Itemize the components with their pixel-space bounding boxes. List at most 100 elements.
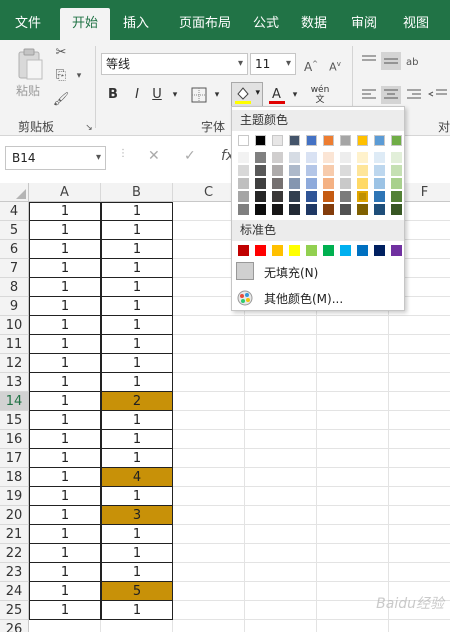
cell-a[interactable]: 1: [29, 316, 101, 335]
cell-a[interactable]: 1: [29, 525, 101, 544]
color-swatch[interactable]: [357, 204, 368, 215]
tab-review[interactable]: 审阅: [344, 8, 384, 40]
row-header[interactable]: 8: [0, 278, 29, 297]
column-header-a[interactable]: A: [29, 183, 101, 202]
row-header[interactable]: 6: [0, 240, 29, 259]
standard-color-swatch[interactable]: [272, 245, 283, 256]
enter-icon[interactable]: ✓: [184, 148, 196, 164]
cell-a[interactable]: 1: [29, 430, 101, 449]
cell-b[interactable]: 3: [101, 506, 173, 525]
cell-b[interactable]: [101, 620, 173, 632]
color-swatch[interactable]: [323, 135, 334, 146]
row-header[interactable]: 19: [0, 487, 29, 506]
select-all-corner[interactable]: [0, 183, 29, 202]
color-swatch[interactable]: [306, 135, 317, 146]
row-header[interactable]: 25: [0, 601, 29, 620]
font-color-dropdown-icon[interactable]: ▾: [286, 85, 304, 105]
color-swatch[interactable]: [391, 178, 402, 189]
cell-a[interactable]: 1: [29, 373, 101, 392]
cell-a[interactable]: 1: [29, 449, 101, 468]
color-swatch[interactable]: [374, 204, 385, 215]
color-swatch[interactable]: [289, 191, 300, 202]
color-swatch[interactable]: [272, 152, 283, 163]
row-header[interactable]: 26: [0, 620, 29, 632]
copy-icon[interactable]: ⎘: [52, 68, 70, 84]
color-swatch[interactable]: [391, 152, 402, 163]
cell-b[interactable]: 1: [101, 297, 173, 316]
tab-file[interactable]: 文件: [4, 8, 52, 40]
fill-color-button[interactable]: ▾: [231, 82, 263, 108]
standard-color-swatch[interactable]: [323, 245, 334, 256]
row-header[interactable]: 12: [0, 354, 29, 373]
color-swatch[interactable]: [289, 165, 300, 176]
cell-a[interactable]: 1: [29, 278, 101, 297]
standard-color-swatch[interactable]: [289, 245, 300, 256]
color-swatch[interactable]: [323, 178, 334, 189]
increase-font-icon[interactable]: A^: [302, 56, 320, 74]
bold-button[interactable]: B: [104, 85, 122, 105]
color-swatch[interactable]: [340, 178, 351, 189]
color-swatch[interactable]: [272, 165, 283, 176]
align-middle-icon[interactable]: [381, 52, 401, 70]
borders-dropdown-icon[interactable]: ▾: [208, 85, 226, 105]
standard-color-swatch[interactable]: [306, 245, 317, 256]
cell-a[interactable]: 1: [29, 240, 101, 259]
color-swatch[interactable]: [238, 135, 249, 146]
cell-b[interactable]: 1: [101, 278, 173, 297]
color-swatch[interactable]: [272, 135, 283, 146]
cell-a[interactable]: 1: [29, 582, 101, 601]
color-swatch[interactable]: [255, 191, 266, 202]
color-swatch[interactable]: [238, 152, 249, 163]
cell-a[interactable]: [29, 620, 101, 632]
orientation-icon[interactable]: ab: [404, 52, 424, 70]
cell-b[interactable]: 1: [101, 335, 173, 354]
format-painter-icon[interactable]: 🖌: [52, 92, 70, 108]
tab-view[interactable]: 视图: [396, 8, 436, 40]
color-swatch[interactable]: [340, 165, 351, 176]
font-size-select[interactable]: 11 ▾: [250, 53, 296, 75]
row-header[interactable]: 16: [0, 430, 29, 449]
font-color-icon[interactable]: A: [268, 85, 286, 105]
color-swatch[interactable]: [238, 191, 249, 202]
standard-color-swatch[interactable]: [374, 245, 385, 256]
color-swatch[interactable]: [272, 204, 283, 215]
color-swatch[interactable]: [323, 191, 334, 202]
cell-b[interactable]: 1: [101, 487, 173, 506]
color-swatch[interactable]: [306, 191, 317, 202]
standard-color-swatch[interactable]: [391, 245, 402, 256]
cell-b[interactable]: 1: [101, 316, 173, 335]
row-header[interactable]: 13: [0, 373, 29, 392]
color-swatch[interactable]: [306, 204, 317, 215]
color-swatch[interactable]: [340, 152, 351, 163]
tab-home[interactable]: 开始: [60, 8, 110, 40]
row-header[interactable]: 21: [0, 525, 29, 544]
align-left-icon[interactable]: [359, 86, 379, 104]
row-header[interactable]: 22: [0, 544, 29, 563]
color-swatch[interactable]: [272, 191, 283, 202]
cell-a[interactable]: 1: [29, 392, 101, 411]
cell-b[interactable]: 1: [101, 354, 173, 373]
color-swatch[interactable]: [255, 178, 266, 189]
tab-data[interactable]: 数据: [294, 8, 334, 40]
align-right-icon[interactable]: [404, 86, 424, 104]
color-swatch[interactable]: [306, 152, 317, 163]
cell-a[interactable]: 1: [29, 259, 101, 278]
row-header[interactable]: 20: [0, 506, 29, 525]
cell-b[interactable]: 1: [101, 430, 173, 449]
color-swatch[interactable]: [357, 152, 368, 163]
row-header[interactable]: 5: [0, 221, 29, 240]
cell-b[interactable]: 4: [101, 468, 173, 487]
more-colors-item[interactable]: 其他颜色(M)...: [232, 287, 404, 309]
color-swatch[interactable]: [340, 204, 351, 215]
align-center-icon[interactable]: [381, 86, 401, 104]
cell-b[interactable]: 1: [101, 411, 173, 430]
color-swatch[interactable]: [374, 165, 385, 176]
underline-button[interactable]: U: [148, 85, 166, 105]
row-header[interactable]: 10: [0, 316, 29, 335]
standard-color-swatch[interactable]: [238, 245, 249, 256]
color-swatch[interactable]: [391, 165, 402, 176]
cell-a[interactable]: 1: [29, 297, 101, 316]
color-swatch[interactable]: [357, 135, 368, 146]
cell-a[interactable]: 1: [29, 506, 101, 525]
color-swatch[interactable]: [391, 204, 402, 215]
